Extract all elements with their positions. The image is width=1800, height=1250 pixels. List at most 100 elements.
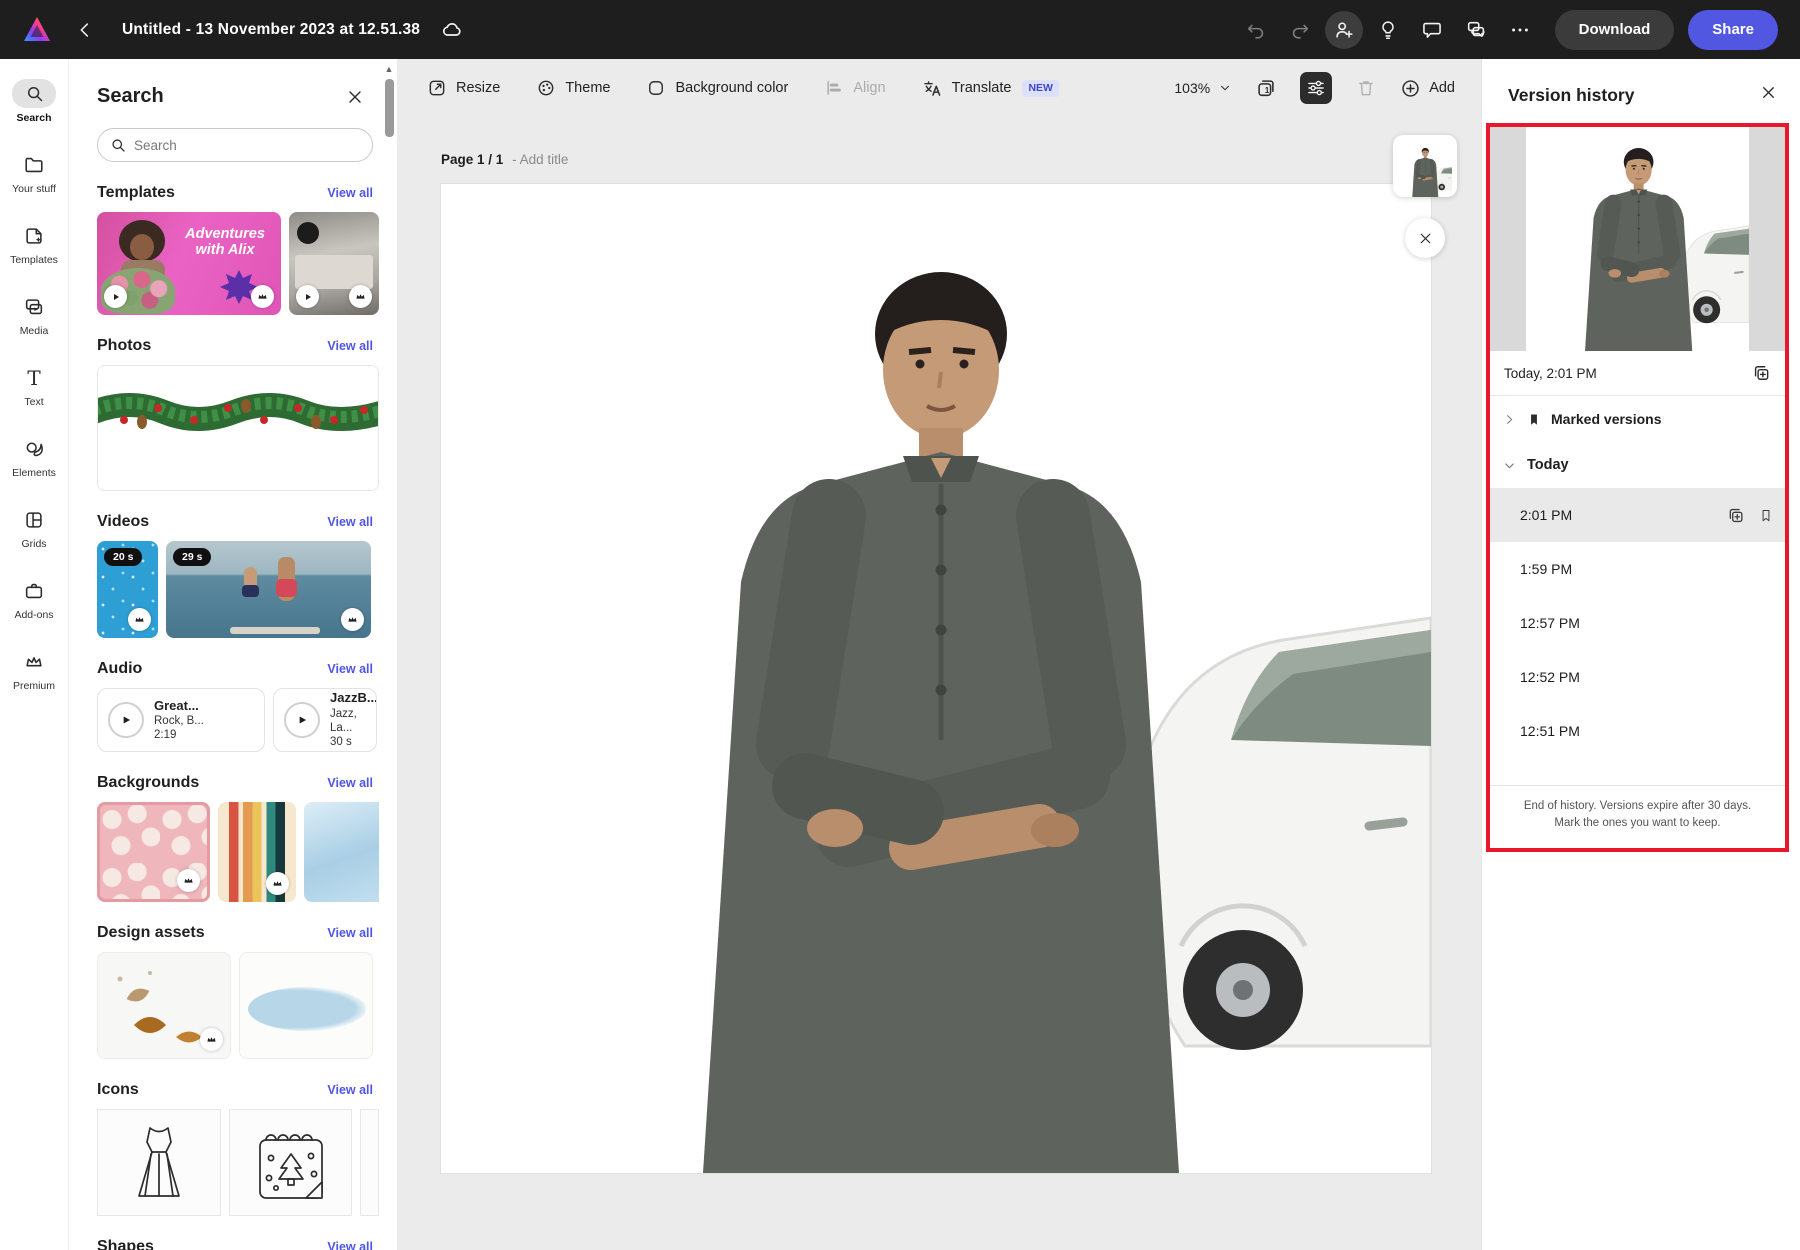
add-ons-icon bbox=[23, 580, 45, 602]
design-asset-card-cloud[interactable] bbox=[239, 952, 373, 1059]
background-card-stripes[interactable] bbox=[218, 802, 296, 902]
audio-card-1[interactable]: Great... Rock, B... 2:19 bbox=[97, 688, 265, 752]
new-badge: NEW bbox=[1022, 80, 1059, 97]
search-panel-close-button[interactable] bbox=[345, 87, 365, 107]
version-history-title: Version history bbox=[1508, 85, 1634, 106]
version-row[interactable]: 12:57 PM bbox=[1490, 596, 1785, 650]
sidebar-item-add-ons[interactable]: Add-ons bbox=[0, 576, 69, 647]
theme-palette-icon bbox=[536, 78, 556, 98]
photo-card-garland[interactable] bbox=[97, 365, 379, 491]
view-all-design-assets-link[interactable]: View all bbox=[327, 926, 373, 940]
page-thumbnail[interactable] bbox=[1393, 135, 1457, 197]
templates-icon bbox=[23, 225, 45, 247]
template-card-2[interactable] bbox=[289, 212, 379, 315]
add-title-hint[interactable]: - Add title bbox=[512, 152, 568, 167]
design-page[interactable] bbox=[441, 184, 1431, 1173]
document-title[interactable]: Untitled - 13 November 2023 at 12.51.38 bbox=[122, 21, 420, 39]
christmas-calendar-icon bbox=[252, 1122, 330, 1204]
background-card-watercolor[interactable] bbox=[304, 802, 379, 902]
icon-card-dress[interactable] bbox=[97, 1109, 221, 1216]
design-asset-card-leaves[interactable] bbox=[97, 952, 231, 1059]
version-time: 2:01 PM bbox=[1520, 507, 1572, 523]
version-row-selected[interactable]: 2:01 PM bbox=[1490, 488, 1785, 542]
background-card-daisies[interactable] bbox=[97, 802, 210, 902]
video-duration-badge: 20 s bbox=[104, 548, 142, 566]
version-row[interactable]: 12:51 PM bbox=[1490, 704, 1785, 758]
chat-threads-button[interactable] bbox=[1457, 11, 1495, 49]
view-all-templates-link[interactable]: View all bbox=[327, 186, 373, 200]
today-group-row[interactable]: Today bbox=[1490, 442, 1785, 488]
search-input-icon bbox=[109, 136, 127, 154]
duplicate-version-icon[interactable] bbox=[1726, 506, 1745, 525]
background-color-icon bbox=[646, 78, 666, 98]
page-title-bar[interactable]: Page 1 / 1 - Add title bbox=[441, 152, 568, 167]
animate-badge-icon bbox=[104, 285, 127, 308]
video-card-glitter[interactable]: 20 s bbox=[97, 541, 158, 638]
deselect-close-button[interactable] bbox=[1405, 218, 1445, 258]
template-card-adventures[interactable]: Adventures with Alix bbox=[97, 212, 281, 315]
sidebar-item-elements[interactable]: Elements bbox=[0, 434, 69, 505]
today-group-label: Today bbox=[1527, 457, 1569, 473]
download-button[interactable]: Download bbox=[1555, 10, 1675, 50]
sidebar-item-grids[interactable]: Grids bbox=[0, 505, 69, 576]
sidebar-item-media[interactable]: Media bbox=[0, 292, 69, 363]
sidebar-item-templates[interactable]: Templates bbox=[0, 221, 69, 292]
sidebar-item-your-stuff[interactable]: Your stuff bbox=[0, 150, 69, 221]
pages-button[interactable]: 1 bbox=[1250, 72, 1282, 104]
view-all-audio-link[interactable]: View all bbox=[327, 662, 373, 676]
translate-button[interactable]: Translate NEW bbox=[922, 78, 1059, 99]
photo-man-with-car[interactable] bbox=[441, 184, 1431, 1173]
back-button[interactable] bbox=[74, 19, 96, 41]
icon-card-calendar[interactable] bbox=[229, 1109, 353, 1216]
more-options-button[interactable] bbox=[1501, 11, 1539, 49]
version-row[interactable]: 12:52 PM bbox=[1490, 650, 1785, 704]
theme-button[interactable]: Theme bbox=[536, 78, 610, 98]
align-button[interactable]: Align bbox=[824, 78, 885, 98]
video-card-beach[interactable]: 29 s bbox=[166, 541, 371, 638]
icon-card-cut[interactable] bbox=[360, 1109, 379, 1216]
app-logo[interactable] bbox=[22, 16, 52, 43]
view-all-photos-link[interactable]: View all bbox=[327, 339, 373, 353]
version-history-close-button[interactable] bbox=[1759, 83, 1778, 102]
version-row[interactable]: 1:59 PM bbox=[1490, 542, 1785, 596]
audio-title: JazzB... bbox=[330, 690, 377, 706]
view-all-icons-link[interactable]: View all bbox=[327, 1083, 373, 1097]
view-all-backgrounds-link[interactable]: View all bbox=[327, 776, 373, 790]
invite-people-button[interactable] bbox=[1325, 11, 1363, 49]
view-all-videos-link[interactable]: View all bbox=[327, 515, 373, 529]
comment-button[interactable] bbox=[1413, 11, 1451, 49]
sidebar-item-search[interactable]: Search bbox=[0, 79, 69, 150]
top-bar: Untitled - 13 November 2023 at 12.51.38 bbox=[0, 0, 1800, 59]
play-icon[interactable] bbox=[108, 702, 144, 738]
resize-button[interactable]: Resize bbox=[427, 78, 500, 98]
marked-versions-row[interactable]: Marked versions bbox=[1490, 396, 1785, 442]
resize-icon bbox=[427, 78, 447, 98]
audio-genre: Jazz, La... bbox=[330, 707, 377, 736]
version-history-settings-button[interactable] bbox=[1300, 72, 1332, 104]
undo-button[interactable] bbox=[1237, 11, 1275, 49]
ideas-lightbulb-button[interactable] bbox=[1369, 11, 1407, 49]
audio-card-2[interactable]: JazzB... Jazz, La... 30 s bbox=[273, 688, 377, 752]
search-panel: Search Templates View all bbox=[69, 59, 397, 1250]
play-icon[interactable] bbox=[284, 702, 320, 738]
scrollbar-thumb[interactable] bbox=[385, 79, 394, 137]
search-input[interactable] bbox=[97, 128, 373, 162]
bookmark-icon[interactable] bbox=[1759, 508, 1773, 523]
redo-button[interactable] bbox=[1281, 11, 1319, 49]
share-button[interactable]: Share bbox=[1688, 10, 1778, 50]
scroll-up-arrow[interactable]: ▲ bbox=[383, 63, 395, 75]
page-number-label: Page 1 / 1 bbox=[441, 152, 503, 167]
history-footer-note: End of history. Versions expire after 30… bbox=[1490, 786, 1785, 849]
version-time: 1:59 PM bbox=[1520, 561, 1572, 577]
zoom-level-control[interactable]: 103% bbox=[1174, 80, 1232, 96]
panel-scrollbar[interactable]: ▲ bbox=[383, 63, 395, 1250]
view-all-shapes-link[interactable]: View all bbox=[327, 1240, 373, 1250]
audio-genre: Rock, B... bbox=[154, 714, 204, 728]
version-preview[interactable] bbox=[1490, 127, 1785, 351]
background-color-button[interactable]: Background color bbox=[646, 78, 788, 98]
add-button[interactable]: Add bbox=[1400, 78, 1455, 99]
duplicate-version-icon[interactable] bbox=[1751, 363, 1771, 383]
delete-button[interactable] bbox=[1350, 72, 1382, 104]
sidebar-item-premium[interactable]: Premium bbox=[0, 647, 69, 718]
sidebar-item-text[interactable]: T Text bbox=[0, 363, 69, 434]
